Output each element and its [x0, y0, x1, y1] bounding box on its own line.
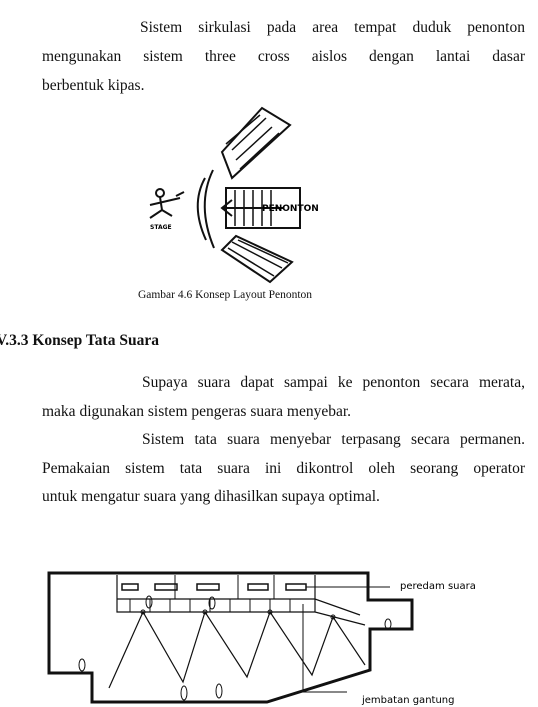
figure-layout-audience: STAGE PENONTON peredam suara jembatan ga…: [47, 106, 476, 706]
paragraph2-line2: maka digunakan sistem pengeras suara men…: [42, 403, 352, 420]
paragraph3-line3: untuk mengatur suara yang dihasilkan sup…: [42, 488, 380, 505]
layout-sketch: [149, 106, 301, 284]
sound-system-sketch: [47, 571, 414, 704]
label-penonton: PENONTON: [262, 204, 319, 214]
figure-caption: Gambar 4.6 Konsep Layout Penonton: [137, 289, 313, 301]
paragraph2-line1: Supaya suara dapat sampai ke penonton se…: [142, 374, 525, 391]
paragraph3-line1: Sistem tata suara menyebar terpasang sec…: [142, 431, 525, 448]
label-jembatan-gantung: jembatan gantung: [361, 695, 454, 706]
label-peredam-suara: peredam suara: [400, 581, 476, 592]
paragraph3-line2: Pemakaian sistem tata suara ini dikontro…: [42, 460, 525, 477]
label-stage: STAGE: [150, 224, 172, 231]
section-heading: V.3.3 Konsep Tata Suara: [0, 332, 159, 349]
